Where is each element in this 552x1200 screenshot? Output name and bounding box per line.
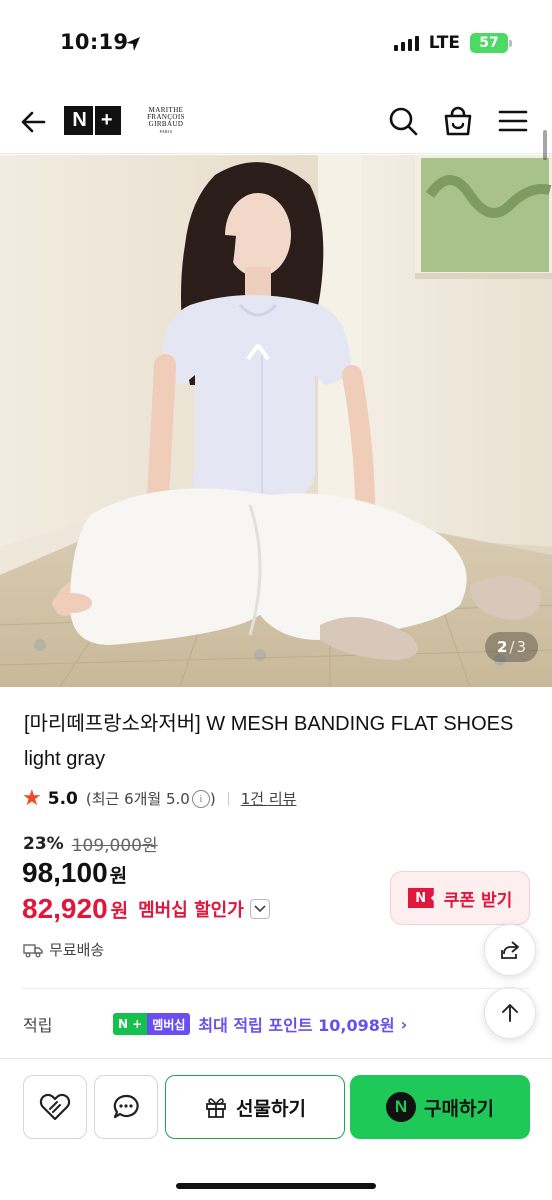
- product-title: [마리떼프랑소와저버] W MESH BANDING FLAT SHOES li…: [24, 713, 514, 770]
- image-counter-total: 3: [516, 638, 526, 656]
- discount-percent: 23%: [23, 833, 64, 854]
- coupon-ticket-icon: N: [407, 888, 434, 908]
- shipping-label: 무료배송: [49, 941, 105, 959]
- gift-icon: [206, 1098, 226, 1118]
- heart-link-icon: [39, 1093, 71, 1121]
- menu-icon[interactable]: [496, 104, 530, 138]
- points-label: 적립: [23, 1016, 53, 1035]
- nplus-badge-right: 멤버십: [147, 1013, 191, 1035]
- image-counter-separator: /: [509, 638, 515, 656]
- product-image[interactable]: 2 / 3: [0, 155, 552, 687]
- nplus-logo-n: N: [72, 109, 87, 131]
- nplus-membership-badge: N + 멤버십: [113, 1013, 191, 1035]
- back-arrow-icon[interactable]: [18, 106, 50, 138]
- search-icon[interactable]: [386, 104, 420, 138]
- product-photo: [0, 155, 552, 687]
- naver-pay-icon: N: [386, 1092, 417, 1122]
- talk-button[interactable]: [94, 1075, 158, 1139]
- gift-button[interactable]: 선물하기: [165, 1075, 345, 1139]
- rating-score: 5.0: [47, 788, 78, 809]
- rating-paren-close: ): [209, 789, 216, 808]
- member-price-label: 멤버십 할인가: [138, 900, 244, 921]
- status-time: 10:19: [60, 30, 129, 54]
- coupon-button[interactable]: N 쿠폰 받기: [390, 871, 530, 925]
- points-max-text: 최대 적립 포인트 10,098원: [198, 1016, 395, 1035]
- member-price: 82,920: [22, 893, 108, 924]
- chevron-right-icon: ›: [400, 1014, 408, 1034]
- discount-row: 23% 109,000원: [23, 831, 158, 857]
- cart-bag-icon[interactable]: [441, 104, 475, 138]
- bottom-action-bar: 선물하기 N 구매하기: [0, 1058, 552, 1200]
- buy-button[interactable]: N 구매하기: [350, 1075, 530, 1139]
- location-arrow-icon: [126, 37, 140, 51]
- sale-price-currency: 원: [109, 866, 128, 887]
- share-icon: [501, 941, 519, 959]
- section-divider: [22, 988, 530, 989]
- star-icon: ★: [22, 786, 42, 811]
- member-price-currency: 원: [110, 899, 129, 922]
- nplus-logo-plus: +: [100, 109, 113, 131]
- logo-divider: [92, 106, 95, 135]
- gift-label: 선물하기: [236, 1097, 306, 1120]
- buy-label: 구매하기: [424, 1097, 494, 1120]
- info-icon[interactable]: i: [191, 789, 210, 808]
- scroll-top-button[interactable]: [484, 987, 536, 1039]
- sale-price-row: 98,100 원: [22, 857, 127, 889]
- divider: [227, 791, 229, 806]
- sale-price: 98,100: [22, 857, 108, 888]
- status-indicators: LTE 57: [393, 33, 512, 53]
- signal-icon: [393, 35, 419, 51]
- app-header: N + MARITHE FRANÇOIS GIRBAUD PARIS: [0, 92, 552, 154]
- shipping-row: 무료배송: [23, 939, 104, 960]
- image-counter: 2 / 3: [484, 632, 538, 662]
- battery-icon: 57: [470, 33, 512, 53]
- brand-line-3: GIRBAUD: [148, 120, 184, 128]
- image-counter-current: 2: [496, 638, 508, 656]
- member-price-row: 82,920 원 멤버십 할인가: [22, 893, 270, 925]
- chevron-down-icon[interactable]: [249, 899, 270, 919]
- wishlist-button[interactable]: [23, 1075, 87, 1139]
- share-button[interactable]: [484, 924, 536, 976]
- network-label: LTE: [428, 33, 460, 53]
- nplus-logo[interactable]: N +: [64, 106, 121, 135]
- points-row[interactable]: 적립 N + 멤버십 최대 적립 포인트 10,098원 ›: [23, 1012, 483, 1036]
- brand-logo[interactable]: MARITHE FRANÇOIS GIRBAUD PARIS: [144, 107, 188, 135]
- arrow-up-icon: [502, 1004, 518, 1022]
- delivery-truck-icon: [23, 943, 43, 957]
- scrollbar[interactable]: [543, 130, 547, 160]
- rating-recent: (최근 6개월 5.0: [85, 790, 190, 808]
- brand-line-4: PARIS: [159, 129, 173, 134]
- rating-row: ★ 5.0 (최근 6개월 5.0 i ) 1건 리뷰: [22, 786, 296, 811]
- home-indicator[interactable]: [176, 1183, 376, 1189]
- status-bar: 10:19 LTE 57: [0, 0, 552, 92]
- review-link[interactable]: 1건 리뷰: [241, 788, 297, 809]
- battery-level: 57: [479, 35, 499, 51]
- nplus-badge-left: N +: [113, 1013, 148, 1035]
- chat-bubble-icon: [113, 1094, 139, 1119]
- coupon-label: 쿠폰 받기: [443, 890, 513, 911]
- original-price: 109,000원: [71, 836, 158, 856]
